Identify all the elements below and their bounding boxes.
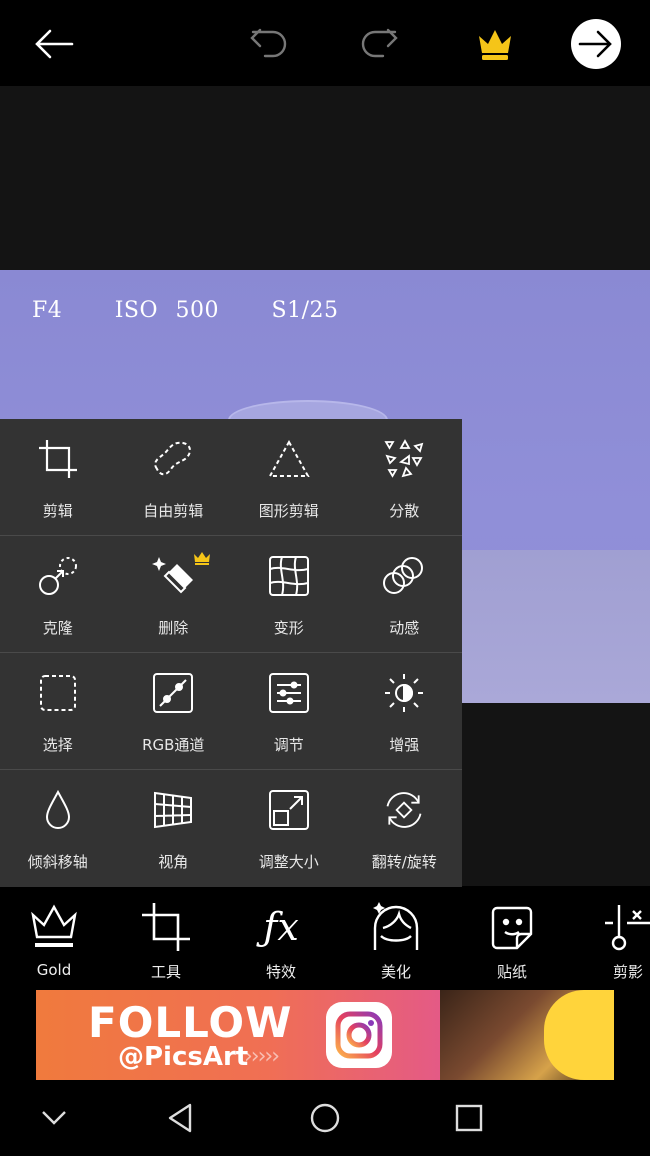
warp-grid-icon xyxy=(267,554,311,598)
tools-row: 选择 RGB通道 调节 增强 xyxy=(0,653,462,770)
tab-label: 剪影 xyxy=(612,963,643,981)
enhance-icon xyxy=(382,671,426,715)
tool-motion[interactable]: 动感 xyxy=(347,536,463,653)
tool-shape-crop[interactable]: 图形剪辑 xyxy=(231,419,347,536)
tool-free-crop[interactable]: 自由剪辑 xyxy=(116,419,232,536)
tool-tilt-shift[interactable]: 倾斜移轴 xyxy=(0,770,116,887)
redo-icon[interactable] xyxy=(350,16,406,72)
tool-label: 图形剪辑 xyxy=(258,502,319,520)
tool-label: 动感 xyxy=(389,619,420,637)
tool-label: 分散 xyxy=(389,502,420,520)
tool-label: RGB通道 xyxy=(142,736,205,754)
tool-label: 变形 xyxy=(273,619,304,637)
tab-beautify[interactable]: 美化 xyxy=(346,887,446,989)
ad-banner[interactable]: FOLLOW @PicsArt ››››› xyxy=(36,990,614,1080)
ad-handle: @PicsArt xyxy=(118,1042,249,1072)
tab-sticker[interactable]: 贴纸 xyxy=(462,887,562,989)
tool-label: 删除 xyxy=(158,619,189,637)
crop-icon xyxy=(138,901,194,953)
back-arrow-icon[interactable] xyxy=(26,16,82,72)
tool-flip-rotate[interactable]: 翻转/旋转 xyxy=(347,770,463,887)
tab-label: 贴纸 xyxy=(496,963,527,981)
tool-label: 视角 xyxy=(158,853,189,871)
tab-label: 美化 xyxy=(380,963,411,981)
motion-icon xyxy=(382,554,426,598)
tool-disperse[interactable]: 分散 xyxy=(347,419,463,536)
crown-icon xyxy=(26,901,82,953)
tool-perspective[interactable]: 视角 xyxy=(116,770,232,887)
exif-overlay: F4 ISO 500 S1/25 xyxy=(32,298,339,323)
tools-row: 倾斜移轴 视角 调整大小 翻转/旋转 xyxy=(0,770,462,887)
eraser-icon xyxy=(151,552,211,598)
tab-label: Gold xyxy=(36,961,72,979)
disperse-icon xyxy=(382,437,426,481)
premium-crown-icon xyxy=(193,550,211,569)
nav-back-triangle-icon[interactable] xyxy=(160,1098,200,1138)
tool-enhance[interactable]: 增强 xyxy=(347,653,463,770)
tool-label: 选择 xyxy=(42,736,73,754)
curves-icon xyxy=(151,671,195,715)
tool-select[interactable]: 选择 xyxy=(0,653,116,770)
tool-label: 增强 xyxy=(389,736,420,754)
tab-effects[interactable]: ƒx 特效 xyxy=(231,887,331,989)
next-button[interactable] xyxy=(568,16,624,72)
tool-adjust[interactable]: 调节 xyxy=(231,653,347,770)
tool-label: 调节 xyxy=(273,736,304,754)
tools-panel: 剪辑 自由剪辑 图形剪辑 分散 克隆 删除 变形 动感 选择 RGB通道 调节 … xyxy=(0,419,462,887)
system-nav-bar xyxy=(0,1080,650,1156)
selection-icon xyxy=(36,671,80,715)
droplet-icon xyxy=(36,788,80,832)
top-toolbar xyxy=(0,0,650,86)
ad-chevrons: ››››› xyxy=(244,1044,280,1069)
tool-label: 调整大小 xyxy=(258,853,319,871)
tool-rgb-curves[interactable]: RGB通道 xyxy=(116,653,232,770)
tab-gold[interactable]: Gold xyxy=(4,887,104,989)
tools-row: 克隆 删除 变形 动感 xyxy=(0,536,462,653)
tools-row: 剪辑 自由剪辑 图形剪辑 分散 xyxy=(0,419,462,536)
tool-label: 自由剪辑 xyxy=(143,502,204,520)
nav-recents-square-icon[interactable] xyxy=(449,1098,489,1138)
crop-icon xyxy=(36,437,80,481)
bottom-tab-bar: Gold 工具 ƒx 特效 美化 贴纸 剪影 xyxy=(0,887,650,989)
ad-decoration xyxy=(544,990,614,1080)
triangle-icon xyxy=(267,437,311,481)
ad-headline: FOLLOW xyxy=(88,998,293,1047)
nav-home-circle-icon[interactable] xyxy=(305,1098,345,1138)
crown-icon[interactable] xyxy=(467,16,523,72)
resize-icon xyxy=(267,788,311,832)
undo-icon[interactable] xyxy=(242,16,298,72)
tool-crop[interactable]: 剪辑 xyxy=(0,419,116,536)
tool-label: 倾斜移轴 xyxy=(27,853,88,871)
tool-label: 翻转/旋转 xyxy=(371,853,437,871)
tab-tools[interactable]: 工具 xyxy=(116,887,216,989)
tool-resize[interactable]: 调整大小 xyxy=(231,770,347,887)
tool-label: 克隆 xyxy=(42,619,73,637)
instagram-icon xyxy=(326,1002,392,1068)
tab-label: 工具 xyxy=(150,963,181,981)
face-icon xyxy=(368,901,424,953)
tab-cutout[interactable]: 剪影 xyxy=(578,887,650,989)
tool-remove[interactable]: 删除 xyxy=(116,536,232,653)
tool-label: 剪辑 xyxy=(42,502,73,520)
free-crop-icon xyxy=(151,437,195,481)
sticker-icon xyxy=(484,901,540,953)
tab-label: 特效 xyxy=(265,963,296,981)
tool-clone[interactable]: 克隆 xyxy=(0,536,116,653)
fx-icon: ƒx xyxy=(263,905,299,949)
tool-stretch[interactable]: 变形 xyxy=(231,536,347,653)
scissors-icon xyxy=(600,901,650,953)
sliders-icon xyxy=(267,671,311,715)
chevron-down-icon[interactable] xyxy=(34,1098,74,1138)
perspective-grid-icon xyxy=(151,788,195,832)
rotate-icon xyxy=(382,788,426,832)
clone-icon xyxy=(36,554,80,598)
